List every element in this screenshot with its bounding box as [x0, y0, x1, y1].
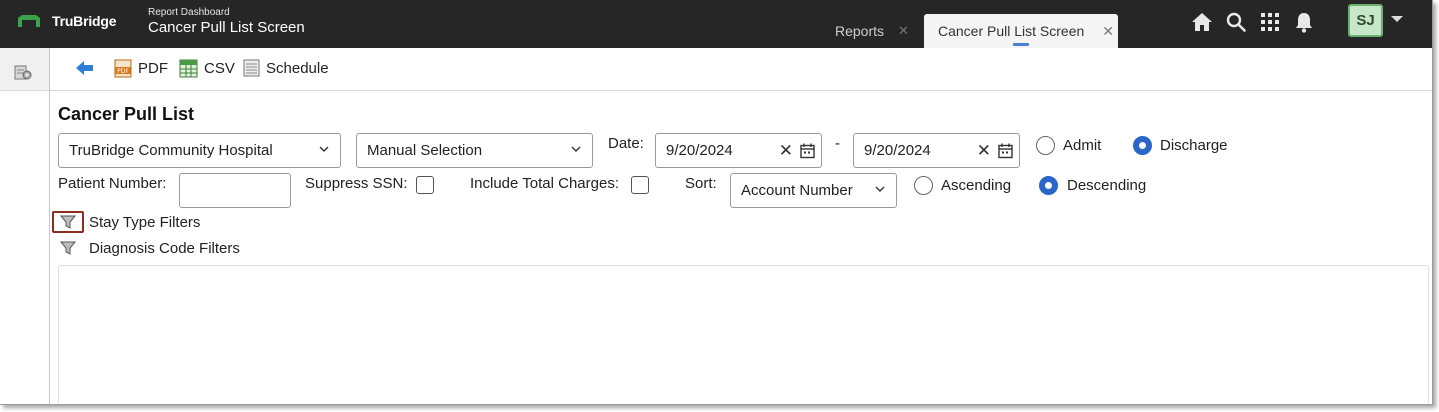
- include-total-charges-checkbox[interactable]: [631, 176, 649, 194]
- breadcrumb-section[interactable]: Report Dashboard: [148, 7, 305, 19]
- suppress-ssn-label: Suppress SSN:: [305, 175, 408, 192]
- facility-value: TruBridge Community Hospital: [69, 142, 273, 159]
- selection-mode-value: Manual Selection: [367, 142, 483, 159]
- diagnosis-code-filters-toggle[interactable]: Diagnosis Code Filters: [52, 237, 240, 259]
- header-actions: [1190, 10, 1326, 34]
- left-rail: [0, 48, 50, 404]
- page-title: Cancer Pull List: [58, 104, 195, 124]
- user-avatar[interactable]: SJ: [1348, 4, 1383, 37]
- chevron-down-icon: [571, 146, 581, 152]
- rail-header: [0, 48, 49, 91]
- report-settings-icon[interactable]: [13, 63, 33, 86]
- results-panel: [58, 265, 1429, 404]
- app-window: TruBridge Report Dashboard Cancer Pull L…: [0, 0, 1433, 405]
- filter-icon[interactable]: [52, 211, 84, 233]
- schedule-icon: [243, 59, 260, 77]
- selection-mode-select[interactable]: Manual Selection: [356, 133, 593, 168]
- date-from-value: 9/20/2024: [666, 142, 733, 159]
- sort-select[interactable]: Account Number: [730, 173, 897, 208]
- chevron-down-icon: [875, 186, 885, 192]
- admit-radio[interactable]: [1036, 136, 1055, 155]
- admit-label[interactable]: Admit: [1063, 137, 1101, 154]
- pdf-label: PDF: [138, 60, 168, 77]
- discharge-label[interactable]: Discharge: [1160, 137, 1228, 154]
- report-toolbar: PDF PDF CSV Schedule: [50, 48, 1432, 91]
- sort-label: Sort:: [685, 175, 717, 192]
- chevron-down-icon: [319, 146, 329, 152]
- diagnosis-code-filters-label: Diagnosis Code Filters: [89, 239, 240, 257]
- svg-text:PDF: PDF: [117, 68, 129, 75]
- calendar-icon[interactable]: [998, 143, 1013, 159]
- stay-type-filters-toggle[interactable]: Stay Type Filters: [52, 211, 200, 233]
- bell-icon[interactable]: [1292, 10, 1316, 34]
- tab-reports[interactable]: Reports ✕: [824, 14, 920, 48]
- back-arrow-icon: [76, 61, 93, 75]
- brand-name: TruBridge: [52, 13, 117, 29]
- ascending-radio[interactable]: [914, 176, 933, 195]
- top-bar: TruBridge Report Dashboard Cancer Pull L…: [0, 0, 1432, 48]
- tab-cancer-pull-list-label: Cancer Pull List Screen: [938, 23, 1085, 39]
- date-range-separator: -: [835, 135, 840, 152]
- filter-icon[interactable]: [52, 237, 84, 259]
- facility-select[interactable]: TruBridge Community Hospital: [58, 133, 341, 168]
- close-icon[interactable]: ✕: [898, 23, 909, 39]
- descending-label[interactable]: Descending: [1067, 177, 1146, 194]
- date-to-value: 9/20/2024: [864, 142, 931, 159]
- include-total-charges-label: Include Total Charges:: [470, 175, 619, 192]
- active-tab-indicator: [1013, 43, 1029, 46]
- clear-icon[interactable]: ✕: [779, 142, 793, 159]
- pdf-file-icon: PDF: [114, 59, 132, 78]
- tab-reports-label: Reports: [835, 23, 885, 39]
- schedule-label: Schedule: [266, 59, 329, 77]
- sort-value: Account Number: [741, 182, 853, 199]
- patient-number-label: Patient Number:: [58, 175, 167, 192]
- export-pdf-button[interactable]: PDF PDF: [114, 59, 168, 78]
- close-icon[interactable]: ✕: [1102, 23, 1114, 40]
- suppress-ssn-checkbox[interactable]: [416, 176, 434, 194]
- breadcrumb: Report Dashboard Cancer Pull List Screen: [148, 7, 305, 37]
- breadcrumb-title: Cancer Pull List Screen: [148, 19, 305, 36]
- clear-icon[interactable]: ✕: [977, 142, 991, 159]
- discharge-radio[interactable]: [1133, 136, 1152, 155]
- stay-type-filters-label: Stay Type Filters: [89, 213, 201, 231]
- export-csv-button[interactable]: CSV: [179, 59, 235, 78]
- date-from-field[interactable]: 9/20/2024 ✕: [655, 133, 822, 168]
- apps-grid-icon[interactable]: [1258, 10, 1282, 34]
- trubridge-logo-icon: [18, 15, 40, 27]
- calendar-icon[interactable]: [800, 143, 815, 159]
- back-button[interactable]: [76, 61, 94, 75]
- date-label: Date:: [608, 135, 644, 152]
- csv-label: CSV: [204, 60, 235, 77]
- patient-number-input[interactable]: [179, 173, 291, 208]
- csv-file-icon: [179, 59, 198, 78]
- date-to-field[interactable]: 9/20/2024 ✕: [853, 133, 1020, 168]
- descending-radio[interactable]: [1039, 176, 1058, 195]
- home-icon[interactable]: [1190, 10, 1214, 34]
- brand-logo[interactable]: TruBridge: [18, 13, 117, 29]
- schedule-button[interactable]: Schedule: [243, 59, 329, 77]
- ascending-label[interactable]: Ascending: [941, 177, 1011, 194]
- chevron-down-icon[interactable]: [1391, 16, 1403, 22]
- search-icon[interactable]: [1224, 10, 1248, 34]
